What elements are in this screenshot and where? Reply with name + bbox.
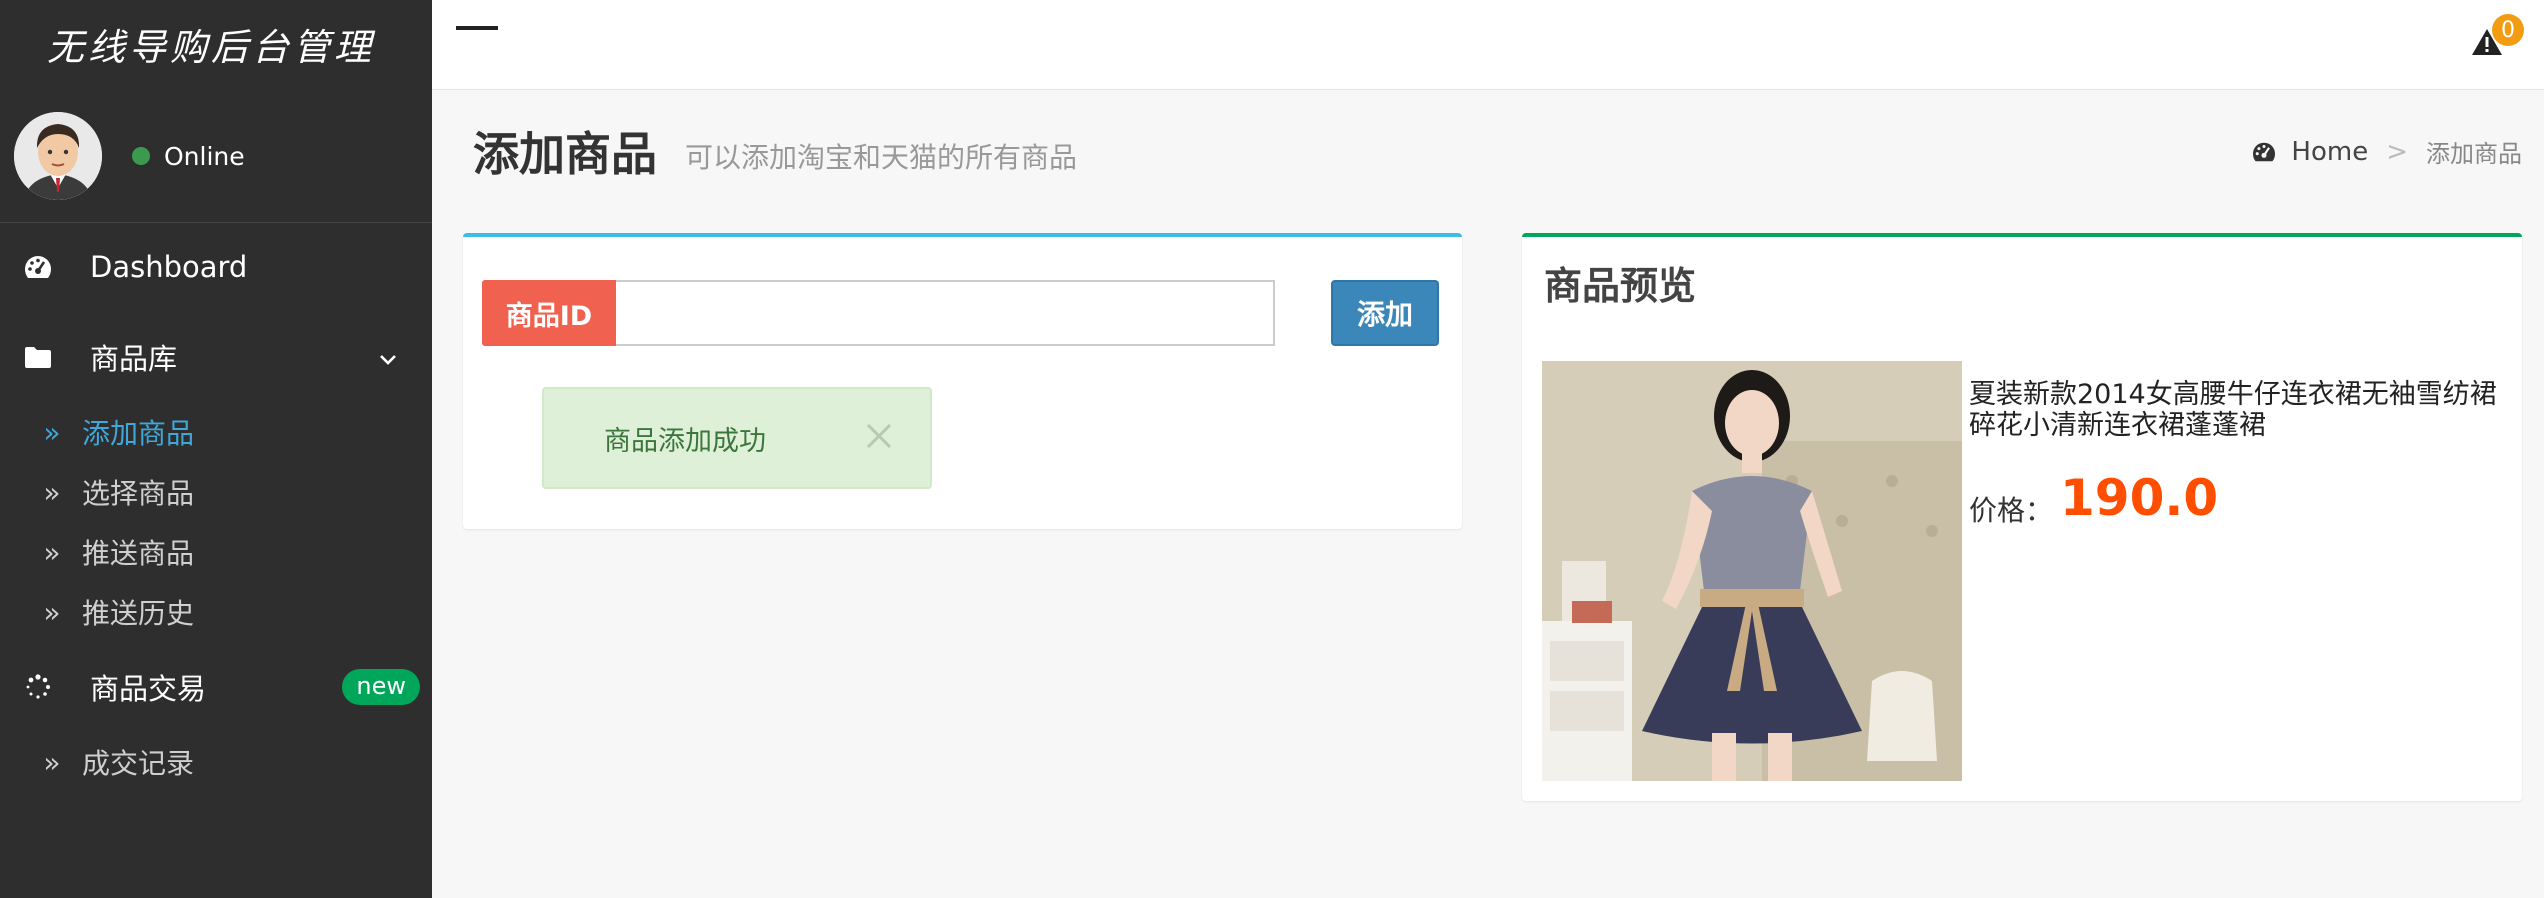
double-chevron-right-icon: » [43,535,61,569]
submenu-label: 推送历史 [82,597,195,630]
add-product-panel: 商品ID 添加 商品添加成功 [463,233,1462,529]
double-chevron-right-icon: » [43,595,61,629]
close-icon[interactable] [862,419,896,453]
success-alert-message: 商品添加成功 [604,425,766,457]
user-status-label: Online [164,141,245,171]
user-panel: Online [14,110,418,202]
breadcrumb-separator: > [2386,136,2408,167]
product-name: 夏装新款2014女高腰牛仔连衣裙无袖雪纺裙碎花小清新连衣裙蓬蓬裙 [1969,379,2497,441]
submenu-label: 添加商品 [82,417,195,450]
submenu-trade-records[interactable]: » 成交记录 [0,742,432,782]
breadcrumb-home-link[interactable]: Home [2291,137,2368,167]
new-badge: new [342,669,420,705]
sidebar-item-label: 商品库 [90,342,178,376]
spinner-icon [20,669,56,705]
preview-title: 商品预览 [1544,264,1697,308]
add-button[interactable]: 添加 [1331,280,1439,346]
folder-icon [20,339,56,375]
notification-count-badge: 0 [2492,14,2524,46]
product-preview-panel: 商品预览 夏装新款2014女高腰牛仔连衣裙无袖雪纺裙碎花小清新连衣裙蓬蓬裙 价格… [1522,233,2522,801]
product-id-input-group: 商品ID [482,280,1275,346]
product-id-label: 商品ID [482,280,616,346]
submenu-label: 成交记录 [82,747,195,780]
sidebar-item-products[interactable]: 商品库 [0,334,432,380]
submenu-select-product[interactable]: » 选择商品 [0,472,432,512]
submenu-label: 推送商品 [82,537,195,570]
page-subtitle: 可以添加淘宝和天猫的所有商品 [685,141,1078,174]
divider [0,222,432,223]
double-chevron-right-icon: » [43,415,61,449]
sidebar-toggle-button[interactable] [456,26,498,30]
submenu-push-product[interactable]: » 推送商品 [0,532,432,572]
product-photo [1542,361,1962,781]
dashboard-icon [2253,142,2276,161]
double-chevron-right-icon: » [43,475,61,509]
submenu-label: 选择商品 [82,477,195,510]
avatar-image [14,112,102,200]
breadcrumb: Home > 添加商品 [2251,134,2522,169]
sidebar-item-label: Dashboard [90,250,248,284]
sidebar-item-trade[interactable]: 商品交易 new [0,664,432,710]
price-value: 190.0 [2060,469,2219,527]
sidebar: 无线导购后台管理 Online Dashboard 商品库 » 添加商品 » 选… [0,0,432,898]
submenu-push-history[interactable]: » 推送历史 [0,592,432,632]
double-chevron-right-icon: » [43,745,61,779]
chevron-down-icon [378,340,398,374]
brand-title[interactable]: 无线导购后台管理 [0,0,432,88]
breadcrumb-current: 添加商品 [2426,140,2522,168]
sidebar-item-label: 商品交易 [90,672,207,706]
product-id-input[interactable] [616,280,1275,346]
page-title: 添加商品 [473,127,657,181]
avatar[interactable] [14,112,102,200]
dashboard-icon [20,249,56,285]
user-status: Online [132,142,245,171]
success-alert: 商品添加成功 [542,387,932,489]
sidebar-item-dashboard[interactable]: Dashboard [0,244,432,290]
product-image[interactable] [1542,361,1962,781]
online-dot-icon [132,147,150,165]
notifications-button[interactable]: 0 [2470,14,2530,74]
price-label: 价格： [1969,494,2054,527]
submenu-add-product[interactable]: » 添加商品 [0,412,432,452]
top-navbar: 0 [432,0,2544,90]
